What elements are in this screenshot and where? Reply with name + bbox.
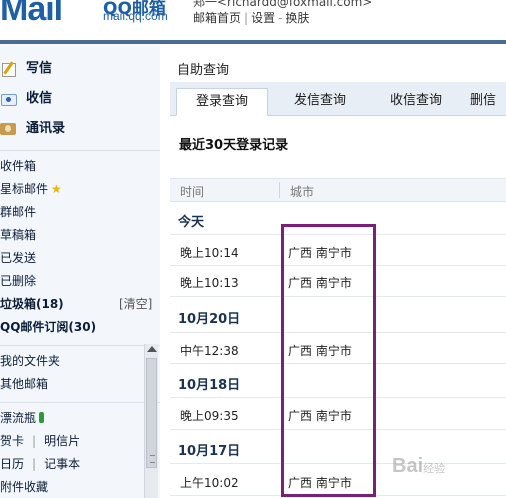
calendar-link[interactable]: 日历 xyxy=(0,457,24,471)
section-title: 最近30天登录记录 xyxy=(179,138,289,153)
sidebar-main: 写信 收信 通讯录 xyxy=(0,44,160,144)
sidebar-item-subscriptions[interactable]: QQ邮件订阅(30) xyxy=(0,316,160,339)
tab-bar: 登录查询 发信查询 收信查询 删信 xyxy=(170,82,506,116)
column-time: 时间 xyxy=(180,185,205,199)
greeting-card-link[interactable]: 贺卡 xyxy=(0,434,24,448)
sidebar-item-drafts[interactable]: 草稿箱 xyxy=(0,224,160,247)
row-time: 中午12:38 xyxy=(180,344,239,358)
sidebar-item-inbox-folder[interactable]: 收件箱 xyxy=(0,155,160,178)
watermark-suffix: 经验 xyxy=(423,463,446,475)
date-group-label: 10月18日 xyxy=(178,378,241,393)
sidebar-item-deleted[interactable]: 已删除 xyxy=(0,270,160,293)
logo[interactable]: Mail xyxy=(0,0,63,29)
sidebar-item-label: 收信 xyxy=(26,91,53,106)
tab-receive-query[interactable]: 收信查询 xyxy=(370,88,462,116)
sidebar-item-starred[interactable]: 星标邮件 ★ xyxy=(0,178,160,201)
highlight-box xyxy=(281,224,376,497)
row-time: 晚上09:35 xyxy=(180,409,239,423)
tab-send-query[interactable]: 发信查询 xyxy=(274,88,366,116)
sidebar: 写信 收信 通讯录 收件箱 星标邮件 ★ 群邮件 草稿箱 已发送 已删除 垃圾箱(… xyxy=(0,44,160,498)
date-group-label: 今天 xyxy=(178,215,205,230)
apps-list: 漂流瓶 贺卡 | 明信片 日历 | 记事本 附件收藏 xyxy=(0,407,160,498)
row-time: 上午10:02 xyxy=(180,476,239,490)
watermark-text: Bai xyxy=(392,455,424,477)
sidebar-item-label: 通讯录 xyxy=(26,121,66,136)
logo-url: mail.qq.com xyxy=(103,9,168,23)
sidebar-item-group-mail[interactable]: 群邮件 xyxy=(0,201,160,224)
sidebar-item-calendar: 日历 | 记事本 xyxy=(0,453,160,476)
tab-delete-query[interactable]: 删信 xyxy=(470,88,506,116)
top-links: 邮箱首页 | 设置 - 换肤 xyxy=(193,9,309,26)
divider xyxy=(0,150,160,151)
watermark: Bai经验 xyxy=(392,455,445,478)
sidebar-item-compose[interactable]: 写信 xyxy=(0,54,160,84)
compose-icon xyxy=(0,61,18,77)
column-city: 城市 xyxy=(290,185,315,199)
link-separator: - xyxy=(278,11,283,25)
sidebar-item-drift-bottle[interactable]: 漂流瓶 xyxy=(0,407,160,430)
mailbox-home-link[interactable]: 邮箱首页 xyxy=(193,11,241,25)
contacts-icon xyxy=(0,121,18,137)
inbox-icon xyxy=(0,91,18,107)
scroll-up-icon[interactable] xyxy=(147,346,157,352)
column-divider xyxy=(279,182,280,198)
link-separator: | xyxy=(32,434,37,448)
table-header: 时间 城市 xyxy=(170,178,506,202)
date-group-label: 10月20日 xyxy=(178,312,241,327)
notepad-link[interactable]: 记事本 xyxy=(44,457,80,471)
row-time: 晚上10:13 xyxy=(180,276,239,290)
scroll-thumb[interactable] xyxy=(146,358,157,468)
sidebar-item-my-folders[interactable]: 我的文件夹 xyxy=(0,350,160,373)
sidebar-item-inbox[interactable]: 收信 xyxy=(0,84,160,114)
sidebar-item-contacts[interactable]: 通讯录 xyxy=(0,114,160,144)
divider xyxy=(0,402,160,403)
date-group-label: 10月17日 xyxy=(178,444,241,459)
folder-list: 收件箱 星标邮件 ★ 群邮件 草稿箱 已发送 已删除 垃圾箱(18) [清空] QQ… xyxy=(0,155,160,339)
link-separator: | xyxy=(244,11,249,25)
postcard-link[interactable]: 明信片 xyxy=(44,434,80,448)
star-icon: ★ xyxy=(51,182,62,196)
sidebar-item-sent[interactable]: 已发送 xyxy=(0,247,160,270)
link-separator: | xyxy=(32,457,37,471)
sidebar-item-attachments[interactable]: 附件收藏 xyxy=(0,476,160,498)
sidebar-item-label: 垃圾箱(18) xyxy=(0,297,64,311)
page-title: 自助查询 xyxy=(177,63,230,78)
sidebar-item-label: 写信 xyxy=(26,61,53,76)
empty-spam-link[interactable]: [清空] xyxy=(119,293,152,316)
header: Mail QQ邮箱 mail.qq.com 郑一<richardd@foxmai… xyxy=(0,0,506,40)
sidebar-scrollbar[interactable] xyxy=(144,344,158,498)
sidebar-item-label: 漂流瓶 xyxy=(0,411,37,425)
grip-icon xyxy=(150,455,155,463)
sidebar-item-other-mailbox[interactable]: 其他邮箱 xyxy=(0,373,160,396)
sidebar-item-label: 星标邮件 xyxy=(0,182,49,196)
settings-link[interactable]: 设置 xyxy=(251,11,275,25)
divider xyxy=(0,345,160,346)
bottle-icon xyxy=(39,412,45,423)
change-skin-link[interactable]: 换肤 xyxy=(285,11,309,25)
other-list: 我的文件夹 其他邮箱 xyxy=(0,350,160,396)
row-time: 晚上10:14 xyxy=(180,246,239,260)
sidebar-item-spam[interactable]: 垃圾箱(18) [清空] xyxy=(0,293,160,316)
tab-login-query[interactable]: 登录查询 xyxy=(176,88,268,116)
sidebar-item-cards: 贺卡 | 明信片 xyxy=(0,430,160,453)
